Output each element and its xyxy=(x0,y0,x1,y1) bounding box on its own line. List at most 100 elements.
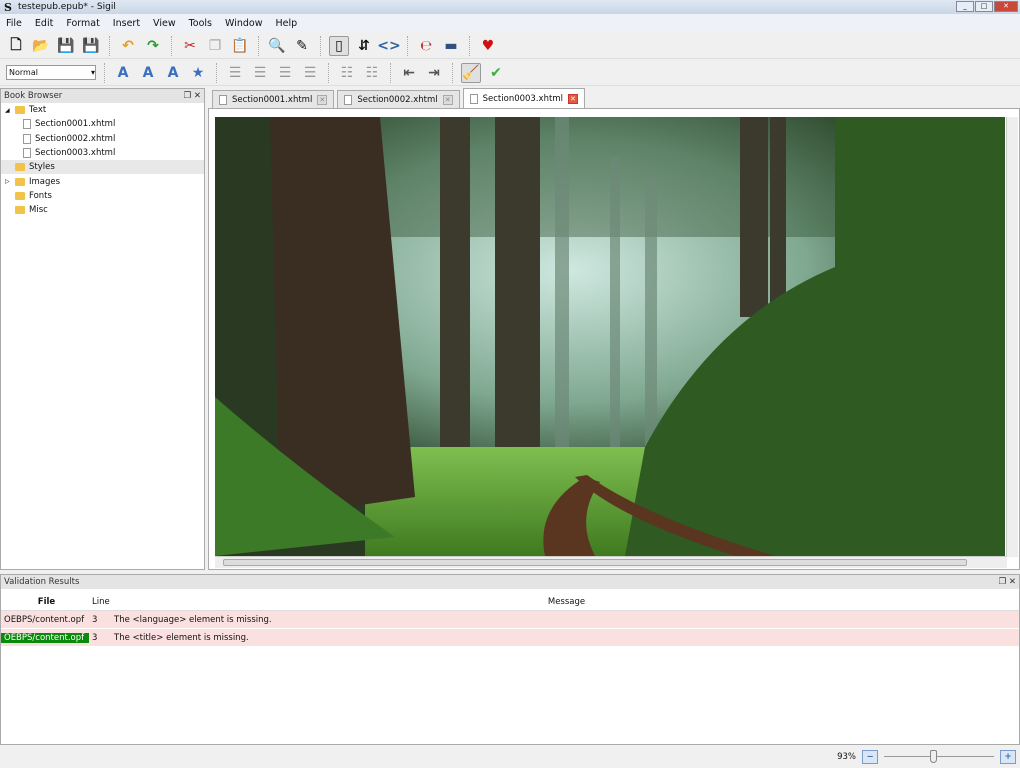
donate-heart-button[interactable]: ♥ xyxy=(478,36,498,56)
validation-row[interactable]: OEBPS/content.opf 3 The <title> element is… xyxy=(1,629,1019,647)
decrease-indent-icon: ⇤ xyxy=(403,64,415,81)
tree-item-text[interactable]: ◢ Text xyxy=(1,103,204,117)
tab-section2[interactable]: Section0002.xhtml ✕ xyxy=(337,90,460,108)
italic-button[interactable]: A xyxy=(138,63,158,83)
meta-editor-icon: ✎ xyxy=(296,37,308,54)
decrease-indent-button[interactable]: ⇤ xyxy=(399,63,419,83)
open-icon: 📂 xyxy=(32,37,50,54)
tree-item-fonts[interactable]: Fonts xyxy=(1,189,204,203)
meta-editor-button[interactable]: ✎ xyxy=(292,36,312,56)
save-icon: 💾 xyxy=(57,37,75,54)
book-view[interactable] xyxy=(208,108,1020,570)
file-icon xyxy=(23,119,31,130)
toolbar-separator xyxy=(407,35,408,56)
numbered-list-button[interactable]: ☷ xyxy=(337,63,357,83)
close-tab-icon[interactable]: ✕ xyxy=(442,94,453,105)
close-tab-icon[interactable]: ✕ xyxy=(317,94,328,105)
bullet-list-button[interactable]: ☷ xyxy=(362,63,382,83)
new-button[interactable]: 🗋 xyxy=(6,36,26,56)
book-browser-panel: Book Browser ❐ ✕ ◢ Text Section0001.xhtml Se… xyxy=(0,88,205,570)
slider-handle[interactable] xyxy=(930,749,938,763)
tree-item-section0003-xhtml[interactable]: Section0003.xhtml xyxy=(1,146,204,160)
zoom-in-button[interactable]: + xyxy=(1000,749,1016,764)
save-as-button[interactable]: 💾 xyxy=(81,36,101,56)
folder-icon xyxy=(15,106,25,115)
menu-view[interactable]: View xyxy=(153,18,176,29)
tree-item-section0002-xhtml[interactable]: Section0002.xhtml xyxy=(1,132,204,146)
align-left-button[interactable]: ☰ xyxy=(225,63,245,83)
split-view-button[interactable]: ⇵ xyxy=(354,36,374,56)
column-header-line[interactable]: Line xyxy=(89,597,111,607)
menu-edit[interactable]: Edit xyxy=(35,18,53,29)
numbered-list-icon: ☷ xyxy=(340,64,354,81)
menu-file[interactable]: File xyxy=(6,18,22,29)
expand-icon[interactable]: ▷ xyxy=(5,178,11,185)
tree-item-section0001-xhtml[interactable]: Section0001.xhtml xyxy=(1,117,204,131)
zoom-slider[interactable] xyxy=(884,749,994,764)
menu-insert[interactable]: Insert xyxy=(113,18,140,29)
toolbar-separator xyxy=(216,62,217,83)
tidy-broom-icon: 🧹 xyxy=(462,64,480,81)
redo-icon: ↷ xyxy=(147,37,159,54)
float-icon[interactable]: ❐ xyxy=(184,91,192,101)
cut-button[interactable]: ✂ xyxy=(180,36,200,56)
align-right-button[interactable]: ☰ xyxy=(275,63,295,83)
paste-button[interactable]: 📋 xyxy=(230,36,250,56)
folder-icon xyxy=(15,206,25,215)
tab-section1[interactable]: Section0001.xhtml ✕ xyxy=(212,90,335,108)
align-center-icon: ☰ xyxy=(253,64,267,81)
zoom-out-button[interactable]: − xyxy=(862,749,878,764)
tree-item-styles[interactable]: Styles xyxy=(1,160,204,175)
open-button[interactable]: 📂 xyxy=(31,36,51,56)
code-view-button[interactable]: <> xyxy=(377,36,400,56)
close-tab-icon[interactable]: ✕ xyxy=(567,93,578,104)
tree-item-label: Styles xyxy=(29,162,55,173)
tree-item-images[interactable]: ▷ Images xyxy=(1,174,204,188)
menu-window[interactable]: Window xyxy=(225,18,262,29)
redo-button[interactable]: ↷ xyxy=(143,36,163,56)
vertical-scrollbar[interactable] xyxy=(1006,117,1018,557)
window-title: testepub.epub* - Sigil xyxy=(17,2,116,12)
bold-button[interactable]: A xyxy=(113,63,133,83)
format-toolbar: Normal ▾ A A A ★ ☰ ☰ ☰ ☰ ☷ ☷ ⇤ ⇥ 🧹 ✔ xyxy=(0,60,1020,86)
folder-icon xyxy=(15,191,25,200)
line-cell: 3 xyxy=(92,614,98,625)
toc-button[interactable]: ▬ xyxy=(441,36,461,56)
horizontal-scrollbar[interactable] xyxy=(215,556,1007,568)
column-header-file[interactable]: File xyxy=(1,597,89,607)
tab-bar: Section0001.xhtml ✕ Section0002.xhtml ✕ Sect… xyxy=(208,88,1020,108)
close-icon[interactable]: ✕ xyxy=(1009,577,1016,587)
float-icon[interactable]: ❐ xyxy=(999,577,1007,587)
tree-item-label: Fonts xyxy=(29,190,52,201)
tidy-broom-button[interactable]: 🧹 xyxy=(461,62,481,83)
validate-check-button[interactable]: ✔ xyxy=(486,63,506,83)
tree-item-misc[interactable]: Misc xyxy=(1,203,204,217)
file-cell: OEBPS/content.opf xyxy=(4,614,85,625)
menu-format[interactable]: Format xyxy=(66,18,99,29)
justify-button[interactable]: ☰ xyxy=(300,63,320,83)
validation-row[interactable]: OEBPS/content.opf 3 The <language> element… xyxy=(1,611,1019,629)
book-view-button[interactable]: ▯ xyxy=(329,35,349,56)
column-header-message[interactable]: Message xyxy=(111,597,1019,607)
underline-button[interactable]: A xyxy=(163,63,183,83)
find-button[interactable]: 🔍 xyxy=(267,36,287,56)
menu-help[interactable]: Help xyxy=(275,18,297,29)
tree-item-label: Text xyxy=(29,105,47,116)
align-center-button[interactable]: ☰ xyxy=(250,63,270,83)
tree-item-label: Section0003.xhtml xyxy=(35,148,116,159)
spellcheck-button[interactable]: ℮ xyxy=(416,36,436,56)
style-select[interactable]: Normal ▾ xyxy=(6,65,96,80)
close-icon[interactable]: ✕ xyxy=(194,91,201,101)
expand-icon[interactable]: ◢ xyxy=(5,107,11,114)
tab-section3[interactable]: Section0003.xhtml ✕ xyxy=(462,88,585,108)
strike-button[interactable]: ★ xyxy=(188,63,208,83)
menu-tools[interactable]: Tools xyxy=(189,18,212,29)
save-button[interactable]: 💾 xyxy=(56,36,76,56)
maximize-button[interactable]: □ xyxy=(975,1,993,12)
copy-button[interactable]: ❐ xyxy=(205,36,225,56)
undo-button[interactable]: ↶ xyxy=(118,36,138,56)
close-button[interactable]: ✕ xyxy=(994,1,1018,12)
increase-indent-button[interactable]: ⇥ xyxy=(424,63,444,83)
scroll-thumb[interactable] xyxy=(223,559,967,566)
minimize-button[interactable]: _ xyxy=(956,1,974,12)
